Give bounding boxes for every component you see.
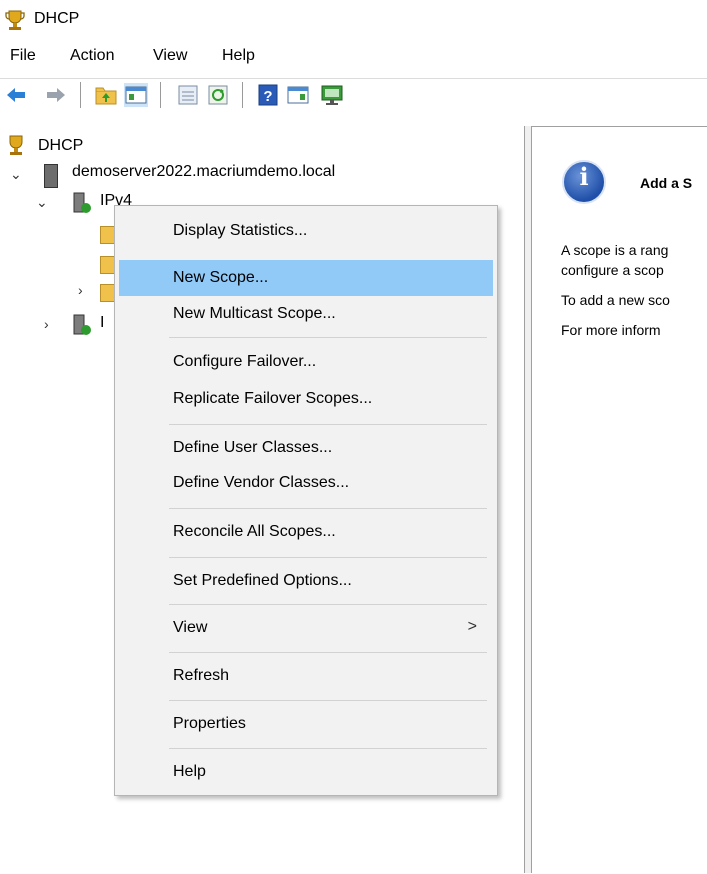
info-glyph: i (579, 162, 589, 191)
right-pane-text: For more inform (561, 322, 661, 338)
chevron-down-icon[interactable]: ⌄ (10, 166, 22, 183)
submenu-arrow-icon: > (467, 618, 477, 635)
menu-item-label: Replicate Failover Scopes... (173, 390, 373, 407)
toolbar-separator (242, 82, 243, 108)
right-pane-text: configure a scop (561, 262, 664, 278)
right-pane-text: A scope is a rang (561, 242, 669, 258)
help-icon[interactable]: ? (256, 83, 280, 107)
title-bar (0, 0, 707, 40)
menu-item-label: View (173, 619, 208, 636)
menu-item-label: New Multicast Scope... (173, 305, 336, 322)
dhcp-trophy-icon (5, 9, 25, 31)
menu-item-label: Set Predefined Options... (173, 572, 352, 589)
show-hide-console-tree-icon[interactable] (124, 83, 148, 107)
monitor-icon[interactable] (320, 83, 344, 107)
chevron-right-icon[interactable]: › (78, 282, 83, 298)
menu-separator (169, 748, 487, 749)
menu-item-refresh[interactable]: Refresh (119, 658, 493, 694)
menu-separator (169, 424, 487, 425)
menu-item-label: Help (173, 763, 206, 780)
menu-item-label: Define Vendor Classes... (173, 474, 350, 491)
menu-item-properties[interactable]: Properties (119, 706, 493, 742)
chevron-right-icon[interactable]: › (44, 316, 49, 332)
menu-item-label: Reconcile All Scopes... (173, 523, 336, 540)
results-pane (532, 126, 707, 874)
menu-separator (169, 337, 487, 338)
menu-action[interactable]: Action (70, 47, 114, 65)
menu-item-label: Display Statistics... (173, 222, 308, 239)
menu-item-display-statistics[interactable]: Display Statistics... (119, 213, 493, 249)
context-menu: Display Statistics... New Scope... New M… (114, 205, 498, 796)
menu-file[interactable]: File (10, 47, 36, 65)
menu-separator (169, 557, 487, 558)
toolbar-separator (160, 82, 161, 108)
refresh-icon[interactable] (206, 83, 230, 107)
forward-icon[interactable] (44, 83, 68, 107)
menu-item-label: Define User Classes... (173, 439, 333, 456)
menu-item-set-predefined-options[interactable]: Set Predefined Options... (119, 563, 493, 599)
menu-item-label: Refresh (173, 667, 230, 684)
menu-item-configure-failover[interactable]: Configure Failover... (119, 344, 493, 380)
tree-node-ipv6[interactable]: I (100, 314, 104, 332)
menu-view[interactable]: View (153, 47, 187, 65)
menu-item-replicate-failover-scopes[interactable]: Replicate Failover Scopes... (119, 381, 493, 417)
show-action-pane-icon[interactable] (286, 83, 310, 107)
right-pane-heading: Add a S (640, 175, 693, 191)
menu-item-new-scope[interactable]: New Scope... (119, 260, 493, 296)
menu-item-view[interactable]: View > (119, 610, 493, 646)
tree-node-dhcp[interactable]: DHCP (38, 137, 83, 155)
menu-separator (169, 604, 487, 605)
tree-node-server[interactable]: demoserver2022.macriumdemo.local (72, 163, 335, 181)
menu-item-reconcile-all-scopes[interactable]: Reconcile All Scopes... (119, 514, 493, 550)
menu-item-define-vendor-classes[interactable]: Define Vendor Classes... (119, 465, 493, 501)
menu-item-define-user-classes[interactable]: Define User Classes... (119, 430, 493, 466)
chevron-down-icon[interactable]: ⌄ (36, 194, 48, 211)
menu-item-label: New Scope... (173, 269, 269, 286)
menu-separator (169, 508, 487, 509)
ipv4-icon (72, 192, 92, 214)
right-pane-text: To add a new sco (561, 292, 670, 308)
export-list-icon[interactable] (176, 83, 200, 107)
toolbar-separator (80, 82, 81, 108)
server-icon (44, 164, 58, 188)
menu-item-new-multicast-scope[interactable]: New Multicast Scope... (119, 296, 493, 332)
ipv6-icon (72, 314, 92, 336)
dhcp-trophy-icon (6, 134, 26, 156)
menu-item-label: Properties (173, 715, 246, 732)
back-icon[interactable] (4, 83, 28, 107)
svg-text:?: ? (263, 88, 272, 105)
menu-separator (169, 700, 487, 701)
pane-splitter[interactable] (524, 126, 532, 873)
menu-item-help[interactable]: Help (119, 754, 493, 790)
menu-item-label: Configure Failover... (173, 353, 317, 370)
menu-separator (169, 652, 487, 653)
up-folder-icon[interactable] (94, 83, 118, 107)
menu-help[interactable]: Help (222, 47, 255, 65)
window-title: DHCP (34, 10, 80, 27)
